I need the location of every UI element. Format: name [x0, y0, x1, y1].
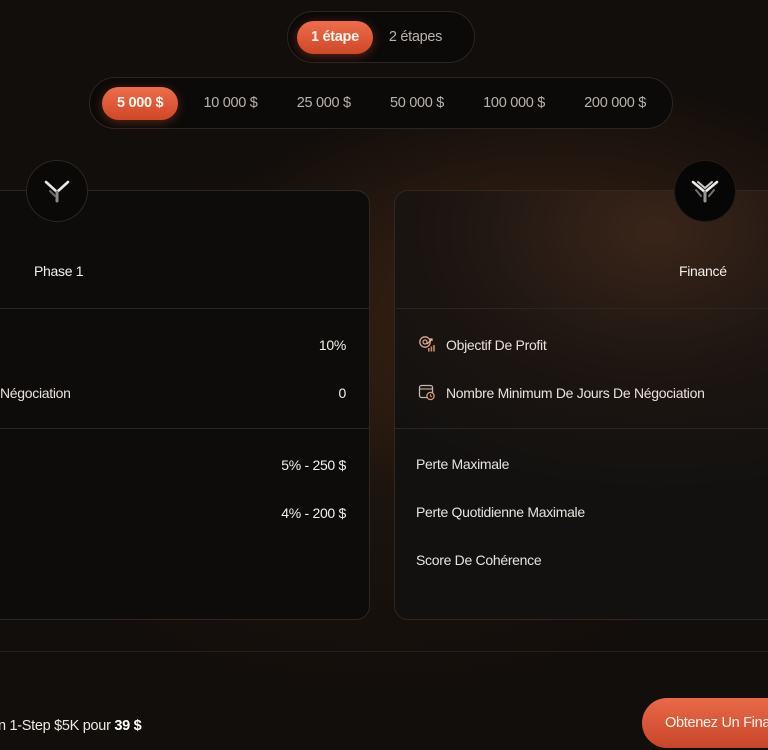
y-logo-icon	[26, 160, 88, 222]
step-option-1[interactable]: 1 étape	[297, 20, 373, 54]
phase-1-title: Phase 1	[34, 263, 84, 279]
crown-logo-glyph	[691, 180, 719, 203]
funded-profit-label: Objectif De Profit	[446, 337, 547, 353]
footer-divider	[0, 651, 768, 652]
phase-1-min-days-label: Négociation	[0, 385, 71, 401]
account-size-selector: 5 000 $ 10 000 $ 25 000 $ 50 000 $ 100 0…	[89, 77, 673, 129]
size-option-200000[interactable]: 200 000 $	[570, 87, 660, 120]
y-logo-glyph	[44, 180, 70, 203]
phase-1-min-days-value: 0	[338, 385, 347, 401]
size-option-5000[interactable]: 5 000 $	[102, 86, 179, 120]
get-funded-button[interactable]: Obtenez Un Fina	[642, 698, 768, 748]
cta-price: 39 $	[114, 718, 142, 734]
funded-consistency-label: Score De Cohérence	[416, 552, 542, 568]
phase-1-card	[0, 190, 370, 620]
funded-divider-bottom	[395, 428, 768, 429]
target-chart-icon	[419, 336, 435, 352]
funded-daily-loss-label: Perte Quotidienne Maximale	[416, 504, 585, 520]
funded-min-days-label: Nombre Minimum De Jours De Négociation	[446, 385, 705, 401]
phase-1-divider-bottom	[0, 428, 369, 429]
size-option-100000[interactable]: 100 000 $	[469, 87, 559, 120]
calendar-clock-icon	[418, 384, 435, 401]
funded-divider-top	[395, 308, 768, 309]
step-toggle: 1 étape 2 étapes	[287, 11, 475, 63]
size-option-25000[interactable]: 25 000 $	[283, 87, 365, 120]
cta-summary: n 1-Step $5K pour 39 $	[0, 718, 142, 734]
step-option-2[interactable]: 2 étapes	[377, 21, 454, 54]
phase-1-profit-value: 10%	[318, 337, 346, 353]
size-option-10000[interactable]: 10 000 $	[189, 87, 271, 120]
cta-summary-prefix: n 1-Step $5K pour	[0, 718, 115, 734]
funded-max-loss-label: Perte Maximale	[416, 456, 510, 472]
phase-1-max-loss-value: 5% - 250 $	[281, 457, 346, 473]
crown-logo-icon	[674, 160, 736, 222]
phase-1-daily-loss-value: 4% - 200 $	[281, 505, 346, 521]
funded-title: Financé	[679, 263, 727, 279]
phase-1-divider-top	[0, 308, 369, 309]
size-option-50000[interactable]: 50 000 $	[376, 87, 458, 120]
